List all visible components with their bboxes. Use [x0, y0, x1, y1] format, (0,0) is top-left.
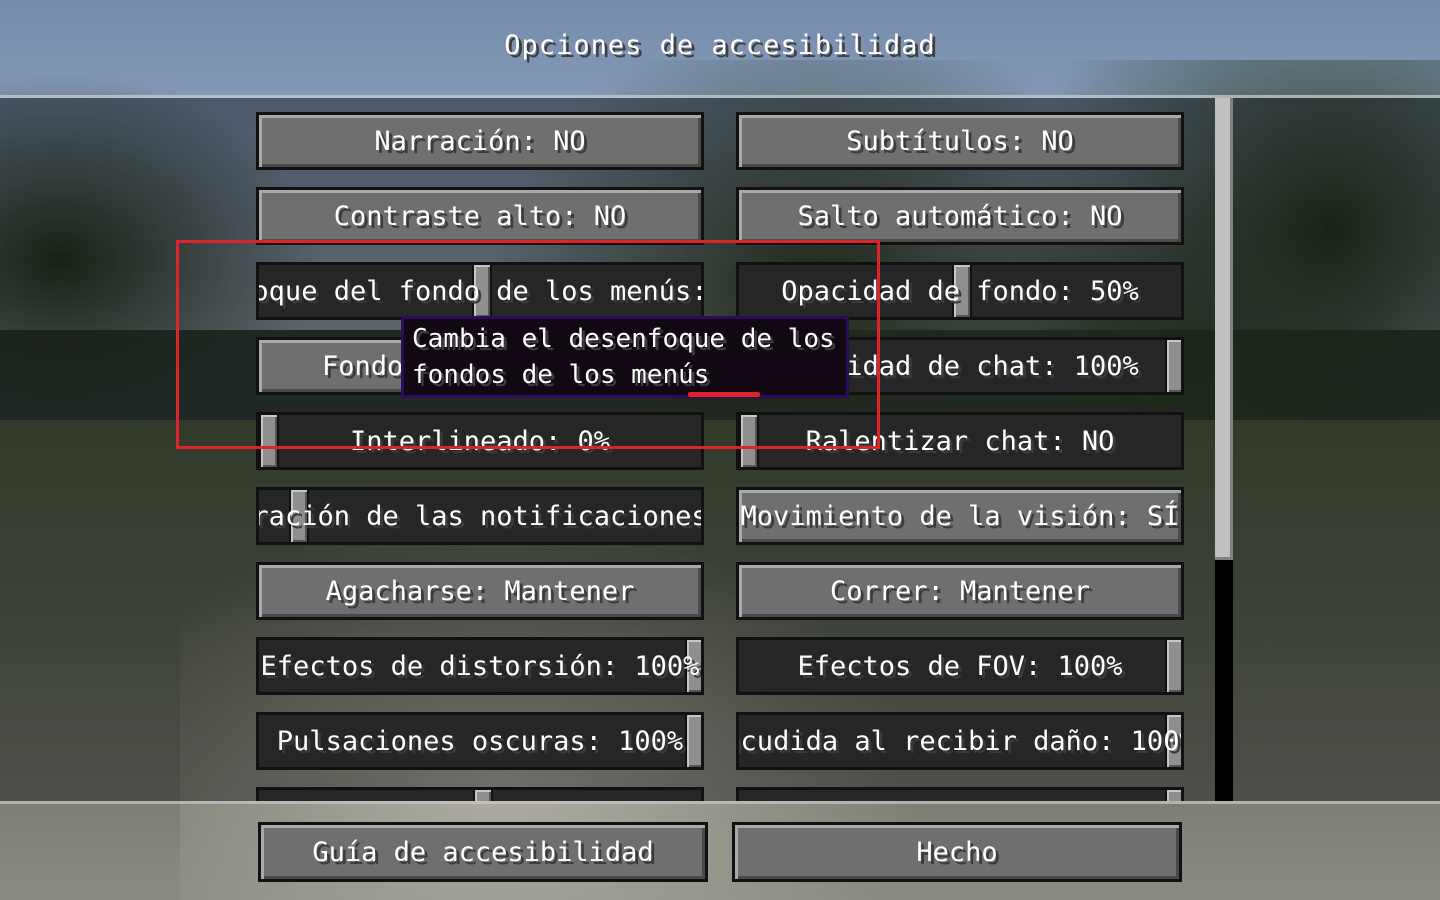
- sneak-button[interactable]: Agacharse: Mantener: [256, 562, 704, 620]
- subtitles-label: Subtítulos: NO: [846, 125, 1074, 157]
- accessibility-guide-button[interactable]: Guía de accesibilidad: [258, 822, 708, 882]
- done-button[interactable]: Hecho: [732, 822, 1182, 882]
- fov-effects-label: Efectos de FOV: 100%: [797, 650, 1123, 682]
- sneak-label: Agacharse: Mantener: [325, 575, 635, 607]
- darkness-pulsing-slider[interactable]: Pulsaciones oscuras: 100%: [256, 712, 704, 770]
- highlight-underline: [688, 392, 760, 397]
- clipped-right-slider[interactable]: [736, 787, 1184, 801]
- sprint-button[interactable]: Correr: Mantener: [736, 562, 1184, 620]
- clipped-left-slider[interactable]: [256, 787, 704, 801]
- narration-label: Narración: NO: [374, 125, 586, 157]
- auto-jump-label: Salto automático: NO: [797, 200, 1123, 232]
- auto-jump-button[interactable]: Salto automático: NO: [736, 187, 1184, 245]
- high-contrast-button[interactable]: Contraste alto: NO: [256, 187, 704, 245]
- view-bobbing-label: Movimiento de la visión: SÍ: [740, 500, 1180, 532]
- chat-opacity-slider-handle[interactable]: [1165, 340, 1181, 392]
- clipped-left-slider-handle[interactable]: [473, 790, 493, 801]
- subtitles-button[interactable]: Subtítulos: NO: [736, 112, 1184, 170]
- fov-effects-slider-handle[interactable]: [1165, 640, 1181, 692]
- high-contrast-label: Contraste alto: NO: [333, 200, 627, 232]
- sprint-label: Correr: Mantener: [829, 575, 1091, 607]
- done-label: Hecho: [916, 836, 998, 868]
- damage-tilt-label: acudida al recibir daño: 100%: [736, 725, 1184, 757]
- highlight-box: [176, 240, 880, 449]
- clipped-right-slider-handle[interactable]: [1165, 790, 1181, 801]
- accessibility-guide-label: Guía de accesibilidad: [312, 836, 654, 868]
- distortion-slider[interactable]: Efectos de distorsión: 100%: [256, 637, 704, 695]
- notification-time-label: iración de las notificaciones:: [256, 500, 704, 532]
- page-title: Opciones de accesibilidad: [504, 30, 936, 61]
- view-bobbing-button[interactable]: Movimiento de la visión: SÍ: [736, 487, 1184, 545]
- damage-tilt-slider[interactable]: acudida al recibir daño: 100%: [736, 712, 1184, 770]
- distortion-label: Efectos de distorsión: 100%: [260, 650, 700, 682]
- footer-band: [0, 804, 1440, 900]
- darkness-pulsing-slider-handle[interactable]: [685, 715, 701, 767]
- darkness-pulsing-label: Pulsaciones oscuras: 100%: [276, 725, 684, 757]
- notification-time-slider[interactable]: iración de las notificaciones:: [256, 487, 704, 545]
- narration-button[interactable]: Narración: NO: [256, 112, 704, 170]
- scrollbar-thumb[interactable]: [1215, 98, 1233, 560]
- fov-effects-slider[interactable]: Efectos de FOV: 100%: [736, 637, 1184, 695]
